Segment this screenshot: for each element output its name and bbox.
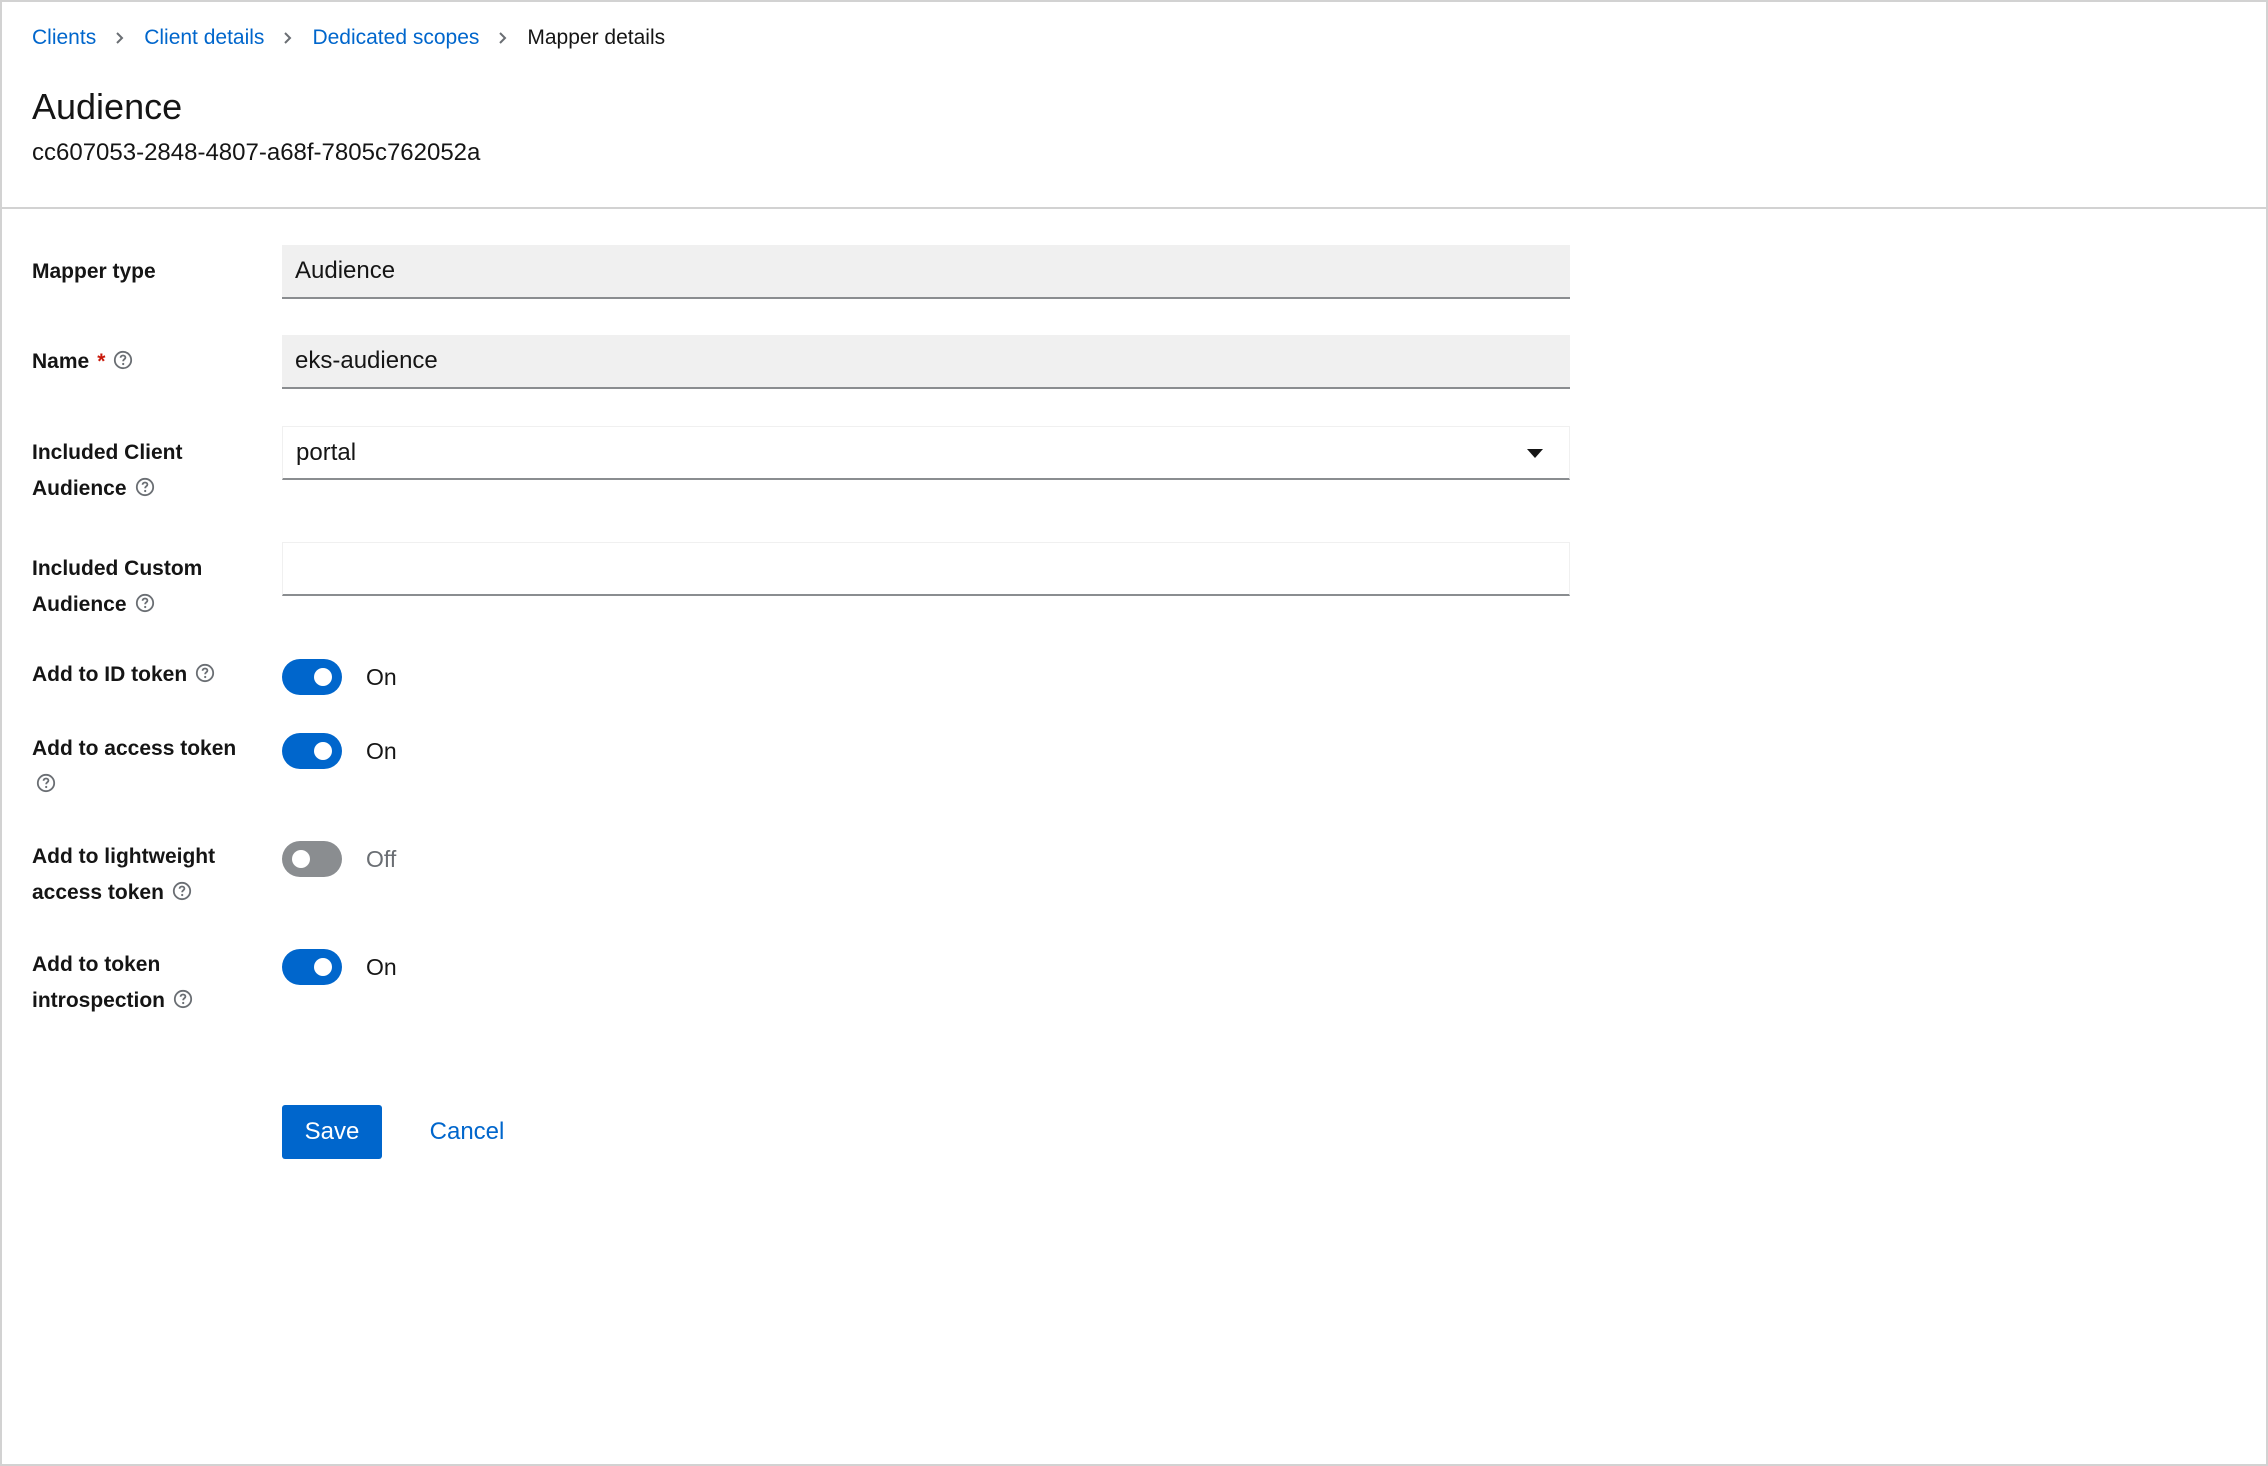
add-to-token-introspection-label: Add to token introspection [32, 947, 252, 1019]
help-icon[interactable] [36, 773, 56, 793]
mapper-type-field: Audience [282, 245, 1570, 299]
toggle-switch[interactable] [282, 949, 342, 985]
help-icon[interactable] [172, 881, 192, 901]
required-mark: * [97, 350, 106, 373]
toggle-switch[interactable] [282, 841, 342, 877]
toggle-switch[interactable] [282, 659, 342, 695]
toggle-knob [292, 850, 310, 868]
chevron-right-icon [479, 26, 527, 50]
help-icon[interactable] [135, 593, 155, 613]
toggle-state-text: On [366, 953, 397, 980]
included-client-audience-select[interactable]: portal [282, 426, 1570, 480]
page-title: Audience [32, 86, 183, 127]
add-to-id-token-toggle[interactable]: On [282, 659, 397, 695]
toggle-switch[interactable] [282, 733, 342, 769]
toggle-knob [314, 742, 332, 760]
toggle-state-text: On [366, 663, 397, 690]
toggle-knob [314, 668, 332, 686]
included-client-audience-label: Included Client Audience [32, 441, 183, 500]
add-to-access-token-toggle[interactable]: On [282, 733, 397, 769]
breadcrumb-clients[interactable]: Clients [32, 26, 96, 50]
toggle-state-text: On [366, 737, 397, 764]
add-to-lightweight-access-token-toggle[interactable]: Off [282, 841, 396, 877]
chevron-right-icon [96, 26, 144, 50]
mapper-type-label: Mapper type [32, 260, 156, 283]
add-to-lightweight-access-token-label: Add to lightweight access token [32, 845, 216, 904]
chevron-right-icon [264, 26, 312, 50]
page-header: Clients Client details Dedicated scopes … [2, 2, 2266, 209]
add-to-id-token-label: Add to ID token [32, 657, 252, 693]
toggle-state-text: Off [366, 845, 397, 872]
included-custom-audience-label: Included Custom Audience [32, 557, 203, 616]
help-icon[interactable] [135, 477, 155, 497]
name-field[interactable]: eks-audience [282, 335, 1570, 389]
cancel-button[interactable]: Cancel [414, 1105, 520, 1159]
save-button[interactable]: Save [282, 1105, 382, 1159]
name-label: Name * [32, 344, 252, 380]
add-to-token-introspection-toggle[interactable]: On [282, 949, 397, 985]
help-icon[interactable] [113, 350, 133, 370]
page-frame: Clients Client details Dedicated scopes … [0, 0, 2268, 1466]
breadcrumb-current: Mapper details [527, 26, 666, 49]
breadcrumb-dedicated-scopes[interactable]: Dedicated scopes [312, 26, 479, 50]
caret-down-icon[interactable] [1527, 449, 1543, 458]
page-subtitle: cc607053-2848-4807-a68f-7805c762052a [32, 139, 481, 166]
help-icon[interactable] [173, 989, 193, 1009]
toggle-knob [314, 958, 332, 976]
breadcrumb-client-details[interactable]: Client details [144, 26, 264, 50]
help-icon[interactable] [195, 663, 215, 683]
included-custom-audience-input[interactable] [282, 542, 1570, 596]
breadcrumb: Clients Client details Dedicated scopes … [32, 26, 665, 50]
add-to-access-token-label: Add to access token [32, 731, 252, 803]
